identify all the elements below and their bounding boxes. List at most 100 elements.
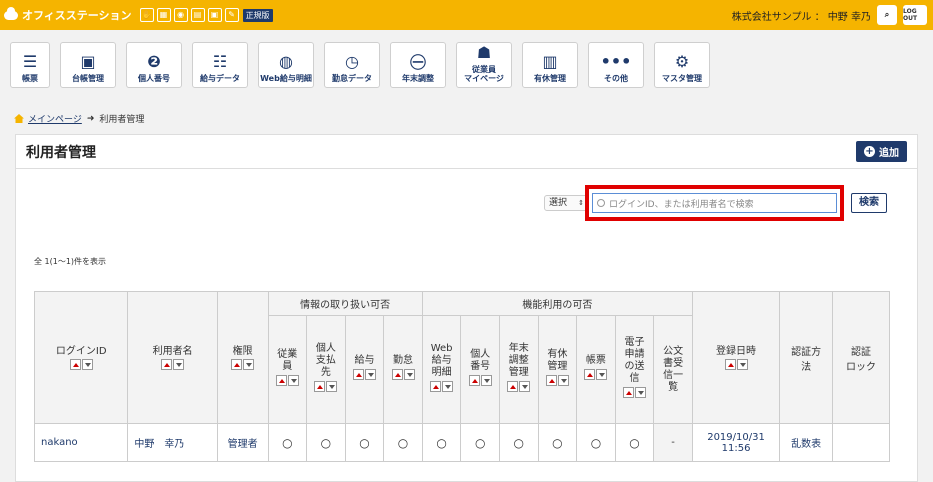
sort-control[interactable]: [507, 381, 531, 392]
breadcrumb-home-link[interactable]: メインページ: [28, 112, 82, 125]
home-icon: [14, 114, 24, 123]
search-input[interactable]: ログインID、または利用者名で検索: [592, 193, 837, 213]
sort-up-icon[interactable]: [231, 359, 243, 370]
sort-down-icon[interactable]: [173, 359, 185, 370]
search-button[interactable]: 検索: [851, 193, 887, 213]
sort-control[interactable]: [468, 375, 492, 386]
col-auth-lock: 認証 ロック: [831, 291, 891, 424]
add-button[interactable]: + 追加: [856, 141, 907, 162]
cell-mark-6: ○: [498, 423, 539, 462]
sort-down-icon[interactable]: [243, 359, 255, 370]
col-label: 有休 管理: [547, 349, 568, 372]
logout-button[interactable]: LOG OUT: [903, 5, 927, 25]
sort-control[interactable]: [430, 381, 454, 392]
col-permission-4: Web 給与 明細: [421, 315, 462, 424]
result-count: 全 1(1〜1)件を表示: [34, 257, 107, 266]
col-label: 従業 員: [277, 349, 298, 372]
table-row[interactable]: nakano 中野 幸乃 管理者 ○ ○ ○ ○ ○ ○ ○ ○ ○ ○ -2019/10/31 11:5…: [33, 423, 891, 462]
sort-down-icon[interactable]: [736, 359, 748, 370]
nav-salary-data[interactable]: ☷ 給与データ: [192, 42, 248, 88]
sort-permission[interactable]: [231, 359, 255, 370]
sort-down-icon[interactable]: [596, 369, 608, 380]
top-bar: オフィスステーション ✋ ▦ ◉ ▤ ▣ ✎ 正規版 株式会社サンプル ： 中野…: [0, 0, 933, 30]
sort-up-icon[interactable]: [275, 375, 287, 386]
year-end-adjustment-icon: ㊀: [409, 53, 426, 72]
col-label: 勤怠: [393, 355, 414, 366]
cell-auth-method[interactable]: 乱数表: [779, 423, 833, 462]
sort-up-icon[interactable]: [391, 369, 403, 380]
sort-registered[interactable]: [724, 359, 748, 370]
sort-up-icon[interactable]: [724, 359, 736, 370]
personal-number-icon: ❷: [147, 51, 161, 71]
nav-master[interactable]: ⚙ マスタ管理: [654, 42, 710, 88]
search-icon[interactable]: ⌕: [877, 5, 897, 25]
sort-control[interactable]: [275, 375, 299, 386]
sort-control[interactable]: [352, 369, 376, 380]
nav-ledger[interactable]: ▣ 台帳管理: [60, 42, 116, 88]
sort-up-icon[interactable]: [352, 369, 364, 380]
col-label: 公文 書受 信一 覧: [663, 345, 684, 393]
sort-up-icon[interactable]: [430, 381, 442, 392]
col-permission-7: 有休 管理: [537, 315, 578, 424]
sort-up-icon[interactable]: [314, 381, 326, 392]
sort-up-icon[interactable]: [623, 387, 634, 398]
sort-up-icon[interactable]: [69, 359, 81, 370]
nav-employee-mypage[interactable]: ☗ 従業員 マイページ: [456, 42, 512, 88]
cell-login-id[interactable]: nakano: [33, 423, 129, 462]
sort-up-icon[interactable]: [545, 375, 557, 386]
cell-user-name[interactable]: 中野 幸乃: [127, 423, 218, 462]
sort-down-icon[interactable]: [442, 381, 454, 392]
sort-down-icon[interactable]: [635, 387, 646, 398]
sort-down-icon[interactable]: [519, 381, 531, 392]
edit-icon[interactable]: ✎: [224, 8, 239, 22]
camera-icon[interactable]: ◉: [173, 8, 188, 22]
filter-select[interactable]: 選択 ⇕: [544, 195, 588, 211]
sort-down-icon[interactable]: [81, 359, 93, 370]
monitor-icon[interactable]: ▣: [207, 8, 222, 22]
cell-mark-9: ○: [614, 423, 655, 462]
cell-mark-5: ○: [460, 423, 500, 462]
sort-down-icon[interactable]: [287, 375, 299, 386]
add-button-label: 追加: [879, 148, 899, 159]
sort-up-icon[interactable]: [468, 375, 480, 386]
cell-mark-4: ○: [421, 423, 462, 462]
sort-user-name[interactable]: [161, 359, 185, 370]
building-icon[interactable]: ▤: [190, 8, 205, 22]
document-list-icon: ☰: [22, 51, 38, 71]
sort-control[interactable]: [584, 369, 608, 380]
company-user-label: 株式会社サンプル ： 中野 幸乃: [731, 11, 871, 23]
sort-control[interactable]: [623, 387, 646, 398]
nav-year-end[interactable]: ㊀年末調整: [390, 42, 446, 88]
sort-up-icon[interactable]: [161, 359, 173, 370]
sort-down-icon[interactable]: [326, 381, 338, 392]
sort-down-icon[interactable]: [480, 375, 492, 386]
nav-personal-number[interactable]: ❷ 個人番号: [126, 42, 182, 88]
hand-icon[interactable]: ✋: [139, 8, 154, 22]
sort-login-id[interactable]: [69, 359, 93, 370]
sort-control[interactable]: [314, 381, 338, 392]
col-permission: 権限: [216, 291, 269, 424]
nav-attendance[interactable]: ◷ 勤怠データ: [324, 42, 380, 88]
col-user-name: 利用者名: [127, 291, 218, 424]
sort-down-icon[interactable]: [364, 369, 376, 380]
nav-web-payslip[interactable]: ◍ Web給与明細: [258, 42, 314, 88]
brand-logo[interactable]: オフィスステーション: [4, 6, 132, 23]
col-label: 個人 支払 先: [315, 343, 336, 378]
nav-paid-leave[interactable]: ▥ 有休管理: [522, 42, 578, 88]
nav-forms[interactable]: ☰ 帳票: [10, 42, 50, 88]
calendar-icon[interactable]: ▦: [156, 8, 171, 22]
ledger-icon: ▣: [80, 51, 96, 71]
sort-up-icon[interactable]: [584, 369, 596, 380]
sort-control[interactable]: [391, 369, 415, 380]
nav-other[interactable]: ••• その他: [588, 42, 644, 88]
col-permission-3: 勤怠: [383, 315, 423, 424]
cell-permission[interactable]: 管理者: [216, 423, 269, 462]
col-group-info: 情報の取り扱い可否: [267, 291, 423, 316]
sort-up-icon[interactable]: [507, 381, 519, 392]
sort-down-icon[interactable]: [403, 369, 415, 380]
more-icon: •••: [600, 51, 632, 71]
sort-down-icon[interactable]: [557, 375, 569, 386]
cell-registered[interactable]: 2019/10/31 11:56: [691, 423, 781, 462]
col-label: 個人 番号: [470, 349, 491, 372]
sort-control[interactable]: [545, 375, 569, 386]
